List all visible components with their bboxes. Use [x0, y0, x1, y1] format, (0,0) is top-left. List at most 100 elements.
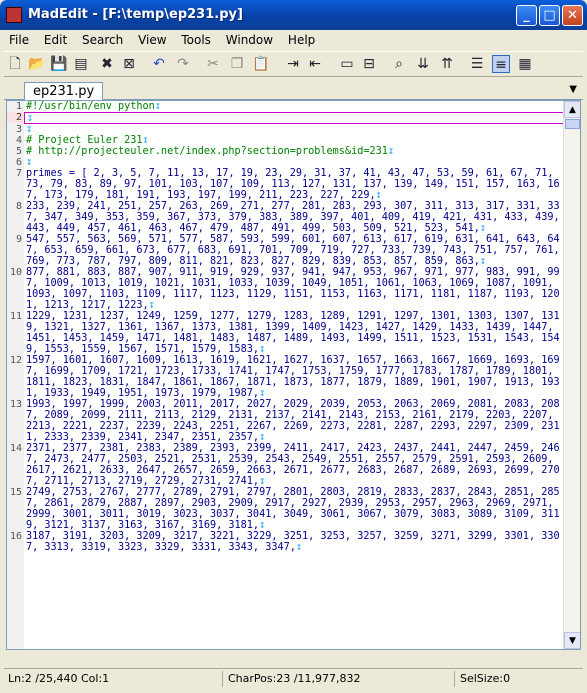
line-text: 877, 881, 883, 887, 907, 911, 919, 929, …: [24, 267, 565, 311]
outdent-icon[interactable]: ⇤: [306, 55, 324, 73]
line-text: 1993, 1997, 1999, 2003, 2011, 2017, 2027…: [24, 399, 565, 443]
code-line[interactable]: 13 1993, 1997, 1999, 2003, 2011, 2017, 20…: [7, 399, 565, 443]
eol-marker-icon: ↧: [479, 256, 487, 267]
line-number: 1: [15, 101, 22, 112]
line-text: 1597, 1601, 1607, 1609, 1613, 1619, 1621…: [24, 355, 565, 399]
app-icon[interactable]: [6, 7, 22, 23]
line-content: 877, 881, 883, 887, 907, 911, 919, 929, …: [26, 267, 560, 311]
eol-marker-icon: ↧: [387, 146, 395, 157]
scroll-up-icon[interactable]: ▲: [564, 101, 580, 118]
line-number: 5: [15, 146, 22, 157]
close-file-icon[interactable]: ✖: [98, 55, 116, 73]
eol-marker-icon: ↧: [142, 135, 149, 146]
code-line[interactable]: 16 3187, 3191, 3203, 3209, 3217, 3221, 32…: [7, 531, 565, 553]
line-number: 15: [9, 487, 22, 498]
maximize-button[interactable]: □: [539, 5, 560, 26]
code-line[interactable]: 10 877, 881, 883, 887, 907, 911, 919, 929…: [7, 267, 565, 311]
copy-icon[interactable]: ❐: [228, 55, 246, 73]
menu-view[interactable]: View: [133, 30, 172, 50]
line-content: 3187, 3191, 3203, 3209, 3217, 3221, 3229…: [26, 531, 560, 553]
tab-menu-icon[interactable]: ▼: [569, 84, 577, 95]
line-number: 9: [15, 234, 22, 245]
comment-icon[interactable]: ▭: [338, 55, 356, 73]
line-text: ↧: [24, 112, 565, 124]
code-line[interactable]: 4 # Project Euler 231↧: [7, 135, 565, 146]
open-file-icon[interactable]: 📂: [28, 55, 46, 73]
eol-marker-icon: ↧: [295, 542, 303, 553]
code-line[interactable]: 14 2371, 2377, 2381, 2383, 2389, 2393, 23…: [7, 443, 565, 487]
line-text: ↧: [24, 124, 565, 135]
line-number: 4: [15, 135, 22, 146]
menu-edit[interactable]: Edit: [39, 30, 73, 50]
line-content: # Project Euler 231: [26, 135, 143, 146]
code-line[interactable]: 6 ↧: [7, 157, 565, 168]
toolbar: 🗋 📂 💾 ▤ ✖ ⊠ ↶ ↷ ✂ ❐ 📋 ⇥ ⇤ ▭ ⊟ ⌕ ⇊ ⇈ ☰ ≡ …: [4, 51, 583, 77]
paste-icon[interactable]: 📋: [252, 55, 270, 73]
line-content: 2749, 2753, 2767, 2777, 2789, 2791, 2797…: [26, 487, 560, 531]
code-line[interactable]: 5 # http://projecteuler.net/index.php?sec…: [7, 146, 565, 157]
indent-icon[interactable]: ⇥: [284, 55, 302, 73]
eol-marker-icon: ↧: [154, 101, 161, 112]
hex-mode-icon[interactable]: ▦: [516, 55, 534, 73]
menu-file[interactable]: File: [4, 30, 35, 50]
minimize-button[interactable]: _: [516, 5, 537, 26]
code-lines: 1 #!/usr/bin/env python↧ 2 ↧ 3 ↧ 4 # Project Eu…: [7, 101, 565, 553]
line-number: 6: [15, 157, 22, 168]
line-number: 12: [9, 355, 22, 366]
scroll-thumb[interactable]: [565, 119, 580, 129]
redo-icon[interactable]: ↷: [174, 55, 192, 73]
save-all-icon[interactable]: ▤: [72, 55, 90, 73]
undo-icon[interactable]: ↶: [150, 55, 168, 73]
status-charpos: CharPos:23 /11,977,832: [228, 672, 361, 685]
line-text: 233, 239, 241, 251, 257, 263, 269, 271, …: [24, 201, 565, 234]
tab-ep231[interactable]: ep231.py: [24, 82, 104, 101]
uncomment-icon[interactable]: ⊟: [360, 55, 378, 73]
line-number: 16: [9, 531, 22, 542]
code-line[interactable]: 2 ↧: [7, 112, 565, 124]
text-mode-icon[interactable]: ☰: [468, 55, 486, 73]
line-number: 7: [15, 168, 22, 179]
menu-tools[interactable]: Tools: [176, 30, 217, 50]
code-editor[interactable]: 1 #!/usr/bin/env python↧ 2 ↧ 3 ↧ 4 # Project Eu…: [6, 100, 581, 650]
line-text: 547, 557, 563, 569, 571, 577, 587, 593, …: [24, 234, 565, 267]
find-prev-icon[interactable]: ⇈: [438, 55, 456, 73]
code-line[interactable]: 1 #!/usr/bin/env python↧: [7, 101, 565, 112]
code-line[interactable]: 7 primes = [ 2, 3, 5, 7, 11, 13, 17, 19, …: [7, 168, 565, 201]
line-number: 11: [9, 311, 22, 322]
new-file-icon[interactable]: 🗋: [6, 55, 24, 73]
close-button[interactable]: ✕: [562, 5, 583, 26]
line-text: 2371, 2377, 2381, 2383, 2389, 2393, 2399…: [24, 443, 565, 487]
save-icon[interactable]: 💾: [50, 55, 68, 73]
code-line[interactable]: 3 ↧: [7, 124, 565, 135]
menu-search[interactable]: Search: [77, 30, 129, 50]
line-content: #!/usr/bin/env python: [26, 101, 155, 112]
eol-marker-icon: ↧: [27, 113, 34, 124]
cut-icon[interactable]: ✂: [204, 55, 222, 73]
code-line[interactable]: 11 1229, 1231, 1237, 1249, 1259, 1277, 12…: [7, 311, 565, 355]
find-next-icon[interactable]: ⇊: [414, 55, 432, 73]
code-line[interactable]: 15 2749, 2753, 2767, 2777, 2789, 2791, 27…: [7, 487, 565, 531]
close-all-icon[interactable]: ⊠: [120, 55, 138, 73]
line-number: 2: [7, 112, 24, 123]
eol-marker-icon: ↧: [259, 520, 266, 531]
status-selsize: SelSize:0: [460, 672, 511, 685]
menu-window[interactable]: Window: [221, 30, 279, 50]
code-line[interactable]: 12 1597, 1601, 1607, 1609, 1613, 1619, 16…: [7, 355, 565, 399]
scroll-down-icon[interactable]: ▼: [564, 632, 580, 649]
line-text: ↧: [24, 157, 565, 168]
eol-marker-icon: ↧: [148, 300, 155, 311]
vertical-scrollbar[interactable]: ▲ ▼: [563, 101, 580, 649]
line-text: # Project Euler 231↧: [24, 135, 565, 146]
menu-help[interactable]: Help: [283, 30, 321, 50]
status-position: Ln:2 /25,440 Col:1: [8, 672, 110, 685]
title-bar[interactable]: MadEdit - [F:\temp\ep231.py] _ □ ✕: [0, 0, 587, 30]
menu-bar: File Edit Search View Tools Window Help: [4, 30, 583, 50]
column-mode-icon[interactable]: ≡: [492, 55, 510, 73]
code-line[interactable]: 8 233, 239, 241, 251, 257, 263, 269, 271,…: [7, 201, 565, 234]
code-line[interactable]: 9 547, 557, 563, 569, 571, 577, 587, 593,…: [7, 234, 565, 267]
find-icon[interactable]: ⌕: [390, 55, 408, 73]
eol-marker-icon: ↧: [26, 124, 33, 135]
line-content: 1597, 1601, 1607, 1609, 1613, 1619, 1621…: [26, 355, 560, 399]
eol-marker-icon: ↧: [26, 157, 33, 168]
eol-marker-icon: ↧: [259, 344, 266, 355]
